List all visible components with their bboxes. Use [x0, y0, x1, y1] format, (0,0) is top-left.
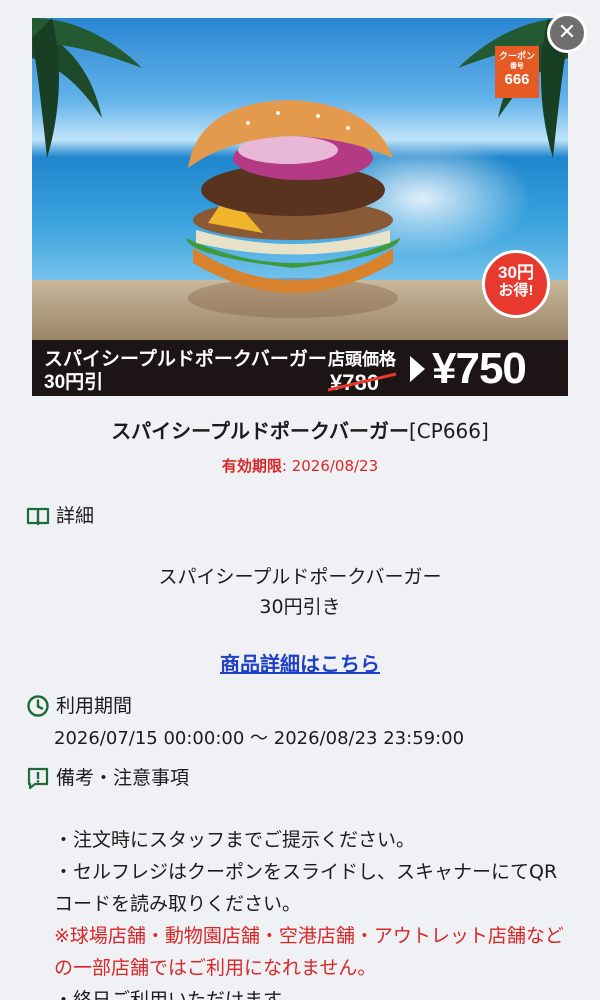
expiry-date: 2026/08/23: [286, 457, 379, 475]
coupon-number-badge: クーポン 番号 666: [495, 46, 539, 98]
clock-icon: [27, 695, 49, 717]
details-line-product: スパイシープルドポークバーガー: [158, 566, 442, 588]
burger-illustration: [186, 100, 400, 318]
details-heading-label: 詳細: [56, 505, 95, 527]
savings-suffix: お得!: [498, 282, 534, 299]
savings-amount: 30円: [498, 263, 534, 282]
price-banner: スパイシープルドポークバーガー 30円引 店頭価格 ¥780 ¥750: [32, 340, 568, 396]
close-button[interactable]: ✕: [547, 13, 587, 53]
book-icon: [26, 507, 50, 526]
usage-period-heading-label: 利用期間: [56, 695, 133, 717]
coupon-code: [CP666]: [409, 419, 489, 443]
coupon-badge-number: 666: [504, 71, 530, 88]
details-body: スパイシープルドポークバーガー 30円引き: [0, 562, 600, 622]
expiry-line: 有効期限: 2026/08/23: [0, 456, 600, 476]
savings-badge: 30円 お得!: [482, 250, 550, 318]
store-price-label: 店頭価格: [328, 350, 396, 369]
price-arrow-icon: [410, 356, 425, 382]
remark-item: ・注文時にスタッフまでご提示ください。: [54, 829, 416, 851]
banner-discount: 30円引: [44, 372, 104, 393]
details-heading: 詳細: [26, 503, 94, 529]
remark-warning: ※球場店舗・動物園店舗・空港店舗・アウトレット店舗などの一部店舗ではご利用になれ…: [54, 925, 564, 979]
close-icon: ✕: [557, 20, 577, 45]
coupon-badge-sublabel: 番号: [510, 63, 524, 70]
usage-period-value: 2026/07/15 00:00:00 〜 2026/08/23 23:59:0…: [54, 728, 465, 749]
details-line-discount: 30円引き: [259, 596, 341, 618]
alert-icon: [27, 767, 49, 790]
banner-product-name: スパイシープルドポークバーガー: [44, 349, 327, 370]
price-strikethrough: [327, 372, 397, 392]
usage-period-heading: 利用期間: [26, 693, 132, 719]
remarks-heading: 備考・注意事項: [26, 765, 189, 791]
remark-item: ・セルフレジはクーポンをスライドし、スキャナーにてQRコードを読み取りください。: [54, 861, 558, 915]
coupon-product-name: スパイシープルドポークバーガー: [111, 419, 409, 443]
remarks-heading-label: 備考・注意事項: [56, 767, 190, 789]
coupon-hero-image: クーポン 番号 666 30円 お得! スパイシープルドポークバーガー 30円引…: [32, 18, 568, 396]
product-details-link[interactable]: 商品詳細はこちら: [0, 650, 600, 678]
remark-item: ・終日ご利用いただけます。: [54, 989, 300, 1000]
new-price: ¥750: [432, 344, 527, 393]
coupon-badge-label: クーポン: [498, 51, 535, 61]
coupon-title: スパイシープルドポークバーガー[CP666]: [0, 418, 600, 444]
expiry-label: 有効期限: [221, 457, 282, 475]
remarks-list: ・注文時にスタッフまでご提示ください。 ・セルフレジはクーポンをスライドし、スキ…: [54, 824, 574, 1000]
palm-leaves-left: [32, 18, 142, 158]
